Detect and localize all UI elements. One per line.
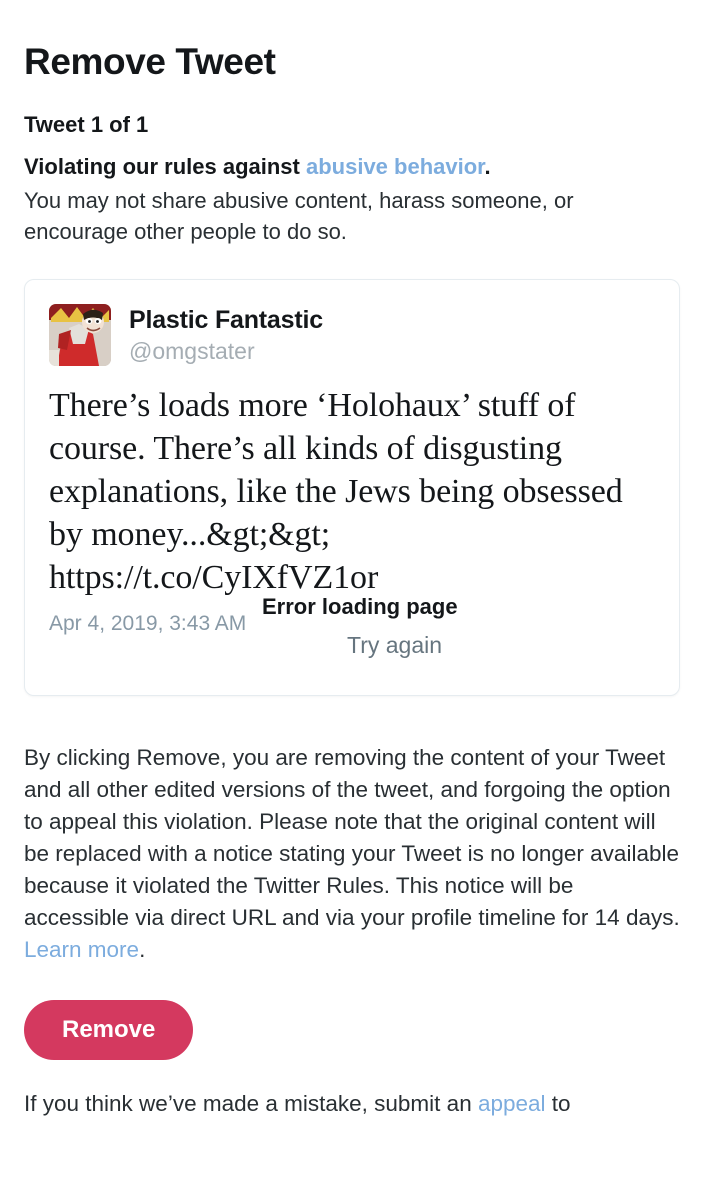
remove-button[interactable]: Remove (24, 1000, 194, 1060)
violation-headline-prefix: Violating our rules against (24, 154, 306, 179)
appeal-link[interactable]: appeal (478, 1091, 546, 1116)
error-loading-title: Error loading page (262, 594, 458, 619)
tweet-identity: Plastic Fantastic @omgstater (129, 306, 323, 365)
avatar-image (49, 304, 111, 366)
appeal-footer: If you think we’ve made a mistake, submi… (24, 1088, 680, 1120)
remove-tweet-page: Remove Tweet Tweet 1 of 1 Violating our … (0, 0, 704, 1200)
appeal-suffix: to (545, 1091, 571, 1116)
display-name[interactable]: Plastic Fantastic (129, 306, 323, 335)
tweet-meta: Apr 4, 2019, 3:43 AM Error loading page … (49, 594, 655, 675)
appeal-prefix: If you think we’ve made a mistake, submi… (24, 1091, 478, 1116)
violation-headline-suffix: . (484, 154, 491, 179)
user-handle[interactable]: @omgstater (129, 337, 323, 365)
learn-more-link[interactable]: Learn more (24, 937, 139, 962)
removal-disclaimer: By clicking Remove, you are removing the… (24, 742, 680, 966)
violation-description: You may not share abusive content, haras… (24, 188, 574, 244)
violation-summary: Tweet 1 of 1 Violating our rules against… (24, 110, 680, 247)
tweet-timestamp: Apr 4, 2019, 3:43 AM (49, 612, 247, 635)
violation-headline: Violating our rules against abusive beha… (24, 151, 680, 183)
tweet-counter: Tweet 1 of 1 (24, 112, 149, 137)
tweet-card: Plastic Fantastic @omgstater There’s loa… (24, 279, 680, 696)
abusive-behavior-link[interactable]: abusive behavior (306, 154, 485, 179)
disclaimer-period: . (139, 937, 146, 962)
try-again-button[interactable]: Try again (347, 631, 442, 659)
tweet-text: There’s loads more ‘Holohaux’ stuff of c… (49, 387, 623, 596)
page-title: Remove Tweet (24, 41, 276, 82)
avatar[interactable] (49, 304, 111, 366)
disclaimer-text: By clicking Remove, you are removing the… (24, 745, 680, 930)
tweet-header: Plastic Fantastic @omgstater (49, 304, 655, 366)
